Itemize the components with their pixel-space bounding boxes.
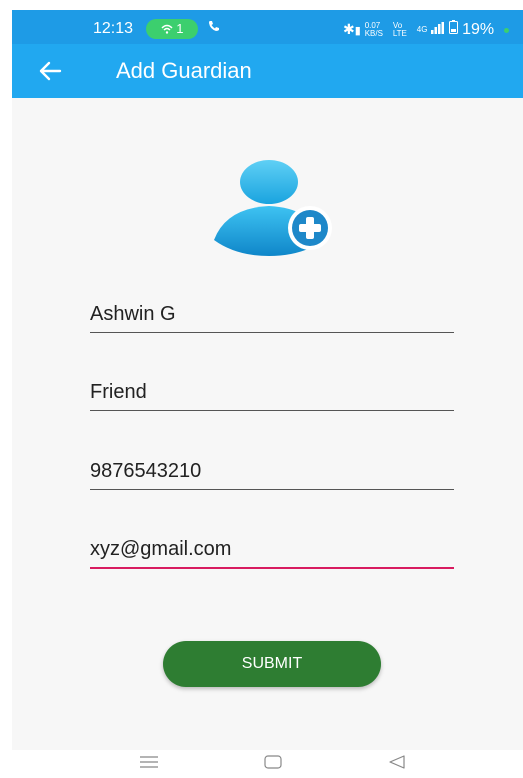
wifi-hotspot-badge: 1 bbox=[146, 19, 198, 39]
back-triangle-icon bbox=[389, 755, 405, 769]
home-icon bbox=[264, 755, 282, 769]
bluetooth-icon: ✱ bbox=[343, 21, 355, 37]
status-bar: 12:13 1 ✱▮ 0.07 KB/S Vo LTE 4G 19% bbox=[12, 10, 523, 44]
phone-input[interactable] bbox=[90, 455, 454, 487]
page-title: Add Guardian bbox=[116, 58, 252, 83]
network-type: 4G bbox=[416, 25, 428, 35]
signal-icon bbox=[431, 21, 449, 37]
volte-indicator: Vo LTE bbox=[392, 21, 407, 39]
status-icons: ✱▮ 0.07 KB/S Vo LTE 4G 19% bbox=[343, 20, 510, 39]
add-user-icon bbox=[212, 160, 336, 260]
menu-icon bbox=[140, 756, 158, 768]
phone-screen: 12:13 1 ✱▮ 0.07 KB/S Vo LTE 4G 19% Add G… bbox=[12, 10, 523, 750]
menu-button[interactable] bbox=[139, 754, 159, 775]
battery-saver-icon: ▮ bbox=[354, 25, 361, 37]
name-input[interactable] bbox=[90, 298, 454, 330]
name-field[interactable] bbox=[90, 298, 454, 333]
back-button[interactable] bbox=[36, 57, 64, 85]
status-time: 12:13 bbox=[93, 20, 134, 37]
wifi-badge-count: 1 bbox=[176, 21, 184, 36]
network-speed: 0.07 KB/S bbox=[364, 21, 383, 39]
submit-button[interactable]: SUBMIT bbox=[163, 641, 381, 687]
relation-input[interactable] bbox=[90, 376, 454, 408]
arrow-left-icon bbox=[39, 61, 62, 81]
email-input[interactable] bbox=[90, 533, 454, 565]
wifi-icon bbox=[161, 24, 173, 34]
back-nav-button[interactable] bbox=[388, 754, 406, 775]
system-nav-bar bbox=[0, 750, 523, 778]
battery-level: 19% bbox=[462, 21, 495, 38]
app-bar: Add Guardian bbox=[12, 44, 523, 98]
notification-dot bbox=[504, 27, 510, 33]
home-button[interactable] bbox=[264, 754, 282, 775]
phone-field[interactable] bbox=[90, 455, 454, 490]
battery-icon bbox=[449, 20, 462, 37]
call-icon bbox=[208, 19, 220, 35]
email-field[interactable] bbox=[90, 533, 454, 569]
relation-field[interactable] bbox=[90, 376, 454, 411]
